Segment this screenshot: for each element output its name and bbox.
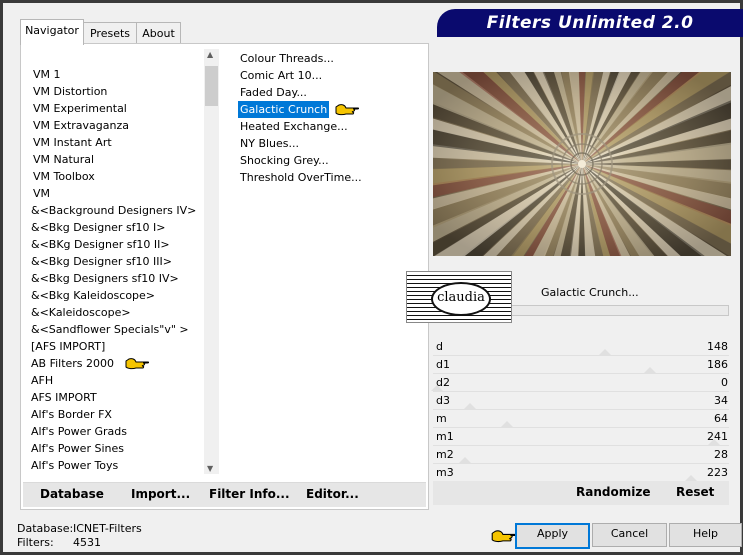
param-value: 28	[714, 448, 728, 461]
param-slider-m2[interactable]: m2 28	[431, 446, 731, 464]
slider-thumb-icon[interactable]	[459, 457, 471, 463]
param-slider-m1[interactable]: m1 241	[431, 428, 731, 446]
list-item[interactable]: &<Background Designers IV>	[31, 202, 196, 219]
param-slider-d[interactable]: d 148	[431, 338, 731, 356]
scroll-down-icon[interactable]: ▼	[207, 464, 213, 473]
param-label: d3	[436, 394, 450, 407]
database-value: ICNET-Filters	[73, 522, 142, 535]
window-title: Filters Unlimited 2.0	[486, 13, 694, 33]
tab-presets[interactable]: Presets	[83, 22, 137, 44]
param-value: 34	[714, 394, 728, 407]
list-item[interactable]: VM Extravaganza	[33, 117, 129, 134]
list-item[interactable]: &<Sandflower Specials"v" >	[31, 321, 189, 338]
list-item[interactable]: VM Experimental	[33, 100, 127, 117]
slider-thumb-icon[interactable]	[501, 421, 513, 427]
list-item[interactable]: Alf's Power Sines	[31, 440, 124, 457]
param-value: 64	[714, 412, 728, 425]
filter-list[interactable]: Colour Threads... Comic Art 10... Faded …	[223, 44, 428, 474]
list-item[interactable]: VM Toolbox	[33, 168, 95, 185]
pointing-hand-icon	[125, 358, 149, 370]
slider-thumb-icon[interactable]	[708, 439, 720, 445]
list-item[interactable]: Colour Threads...	[238, 50, 336, 67]
filter-info-button[interactable]: Filter Info...	[209, 487, 290, 501]
selected-filter-galactic-crunch[interactable]: Galactic Crunch	[238, 101, 330, 118]
filter-button-row: Randomize Reset	[433, 481, 729, 505]
title-banner: Filters Unlimited 2.0	[437, 9, 743, 37]
filter-preview-image	[433, 72, 731, 256]
filter-name-label: Galactic Crunch...	[541, 286, 639, 299]
param-label: m3	[436, 466, 454, 479]
pointing-hand-icon	[491, 530, 517, 543]
slider-thumb-icon[interactable]	[644, 367, 656, 373]
tab-navigator[interactable]: Navigator	[20, 19, 84, 45]
param-label: d1	[436, 358, 450, 371]
filters-unlimited-window: Filters Unlimited 2.0 Navigator Presets …	[0, 0, 743, 555]
list-item[interactable]: NY Blues...	[238, 135, 301, 152]
database-label: Database:	[17, 522, 74, 535]
navigator-button-row: Database Import... Filter Info... Editor…	[23, 482, 426, 507]
randomize-button[interactable]: Randomize	[576, 485, 650, 499]
help-button[interactable]: Help	[669, 523, 742, 547]
pointing-hand-icon	[335, 104, 359, 116]
param-slider-d1[interactable]: d1 186	[431, 356, 731, 374]
navigator-pane: VM 1 VM Distortion VM Experimental VM Ex…	[20, 43, 429, 510]
param-label: m1	[436, 430, 454, 443]
list-item[interactable]: Shocking Grey...	[238, 152, 331, 169]
category-list[interactable]: VM 1 VM Distortion VM Experimental VM Ex…	[21, 44, 204, 474]
scrollbar-thumb[interactable]	[205, 66, 218, 106]
list-item[interactable]: VM	[33, 185, 50, 202]
slider-thumb-icon[interactable]	[464, 403, 476, 409]
list-item[interactable]: Alf's Power Toys	[31, 457, 118, 474]
slider-thumb-icon[interactable]	[599, 349, 611, 355]
apply-button[interactable]: Apply	[515, 523, 590, 549]
tab-about[interactable]: About	[136, 22, 181, 44]
database-button[interactable]: Database	[40, 487, 104, 501]
param-label: m	[436, 412, 447, 425]
import-button[interactable]: Import...	[131, 487, 190, 501]
param-value: 223	[707, 466, 728, 479]
param-value: 0	[721, 376, 728, 389]
list-item[interactable]: Comic Art 10...	[238, 67, 324, 84]
list-item[interactable]: Threshold OverTime...	[238, 169, 364, 186]
filters-count: 4531	[73, 536, 101, 549]
list-item[interactable]: AFS IMPORT	[31, 389, 97, 406]
list-item[interactable]: &<Bkg Designer sf10 I>	[31, 219, 166, 236]
filters-label: Filters:	[17, 536, 54, 549]
param-slider-d3[interactable]: d3 34	[431, 392, 731, 410]
param-slider-m[interactable]: m 64	[431, 410, 731, 428]
status-info: Database:ICNET-Filters Filters: 4531	[17, 522, 142, 550]
list-item[interactable]: VM 1	[33, 66, 61, 83]
list-item[interactable]: &<Bkg Designer sf10 III>	[31, 253, 172, 270]
editor-button[interactable]: Editor...	[306, 487, 359, 501]
scroll-up-icon[interactable]: ▲	[207, 50, 213, 59]
list-item[interactable]: [AFS IMPORT]	[31, 338, 105, 355]
list-item[interactable]: Alf's Border FX	[31, 406, 112, 423]
claudia-watermark-logo: claudia	[406, 271, 512, 323]
param-value: 186	[707, 358, 728, 371]
param-slider-d2[interactable]: d2 0	[431, 374, 731, 392]
list-item[interactable]: VM Natural	[33, 151, 94, 168]
category-scrollbar[interactable]: ▲ ▼	[204, 49, 219, 474]
list-item[interactable]: &<Bkg Designers sf10 IV>	[31, 270, 179, 287]
list-item[interactable]: Alf's Power Grads	[31, 423, 127, 440]
param-label: m2	[436, 448, 454, 461]
dialog-body: Filters Unlimited 2.0 Navigator Presets …	[5, 5, 743, 550]
list-item-ab-filters-2000[interactable]: AB Filters 2000	[31, 355, 114, 372]
slider-thumb-icon[interactable]	[431, 385, 443, 391]
param-value: 148	[707, 340, 728, 353]
list-item[interactable]: VM Distortion	[33, 83, 107, 100]
list-item[interactable]: VM Instant Art	[33, 134, 112, 151]
list-item[interactable]: Heated Exchange...	[238, 118, 350, 135]
reset-button[interactable]: Reset	[676, 485, 714, 499]
param-label: d	[436, 340, 443, 353]
list-item[interactable]: Faded Day...	[238, 84, 309, 101]
list-item[interactable]: &<BKg Designer sf10 II>	[31, 236, 170, 253]
list-item[interactable]: &<Kaleidoscope>	[31, 304, 131, 321]
watermark-text: claudia	[431, 282, 491, 316]
cancel-button[interactable]: Cancel	[592, 523, 667, 547]
list-item[interactable]: &<Bkg Kaleidoscope>	[31, 287, 155, 304]
param-slider-m3[interactable]: m3 223	[431, 464, 731, 482]
list-item[interactable]: AFH	[31, 372, 53, 389]
